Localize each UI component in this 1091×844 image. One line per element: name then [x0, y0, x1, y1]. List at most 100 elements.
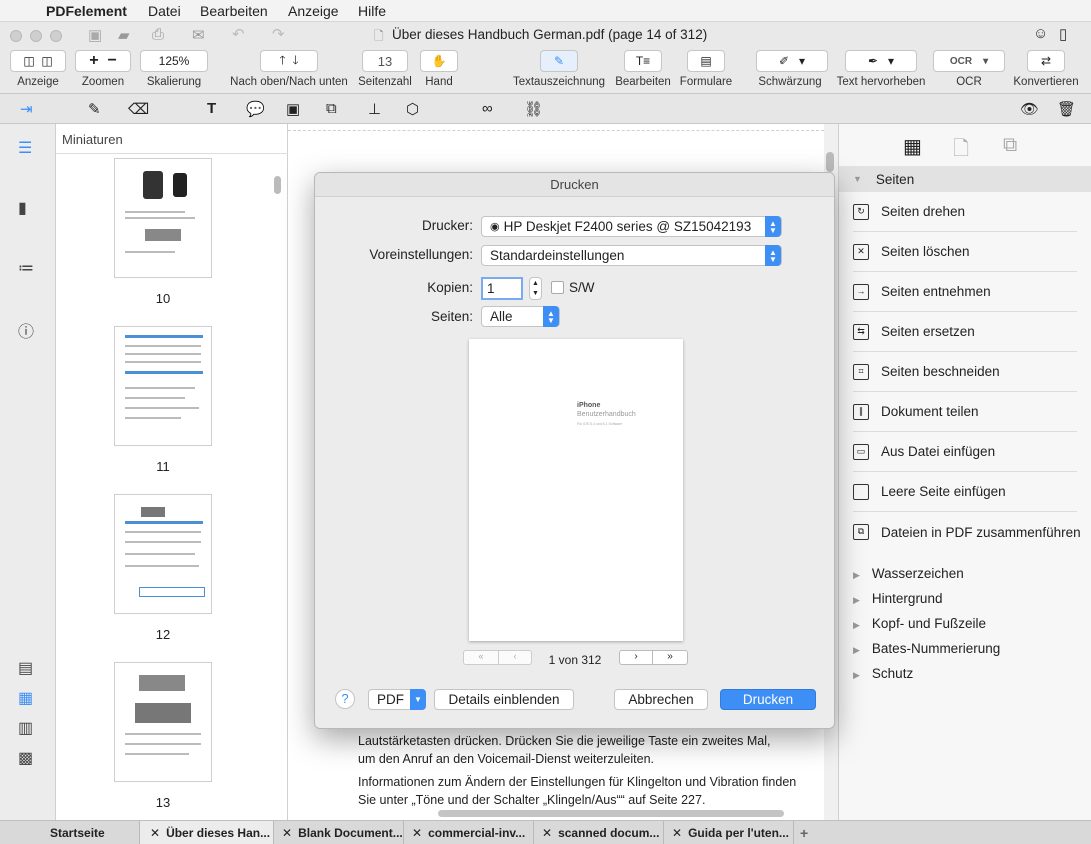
single-page-icon[interactable]: ▤: [18, 658, 33, 678]
replace-pages-item[interactable]: ⇆ Seiten ersetzen: [853, 312, 1077, 352]
minimize-window-button[interactable]: [30, 30, 42, 42]
tab-startseite[interactable]: Startseite: [0, 821, 140, 844]
thumbnails-icon[interactable]: ☰: [18, 138, 32, 158]
link-icon[interactable]: ⛓: [524, 100, 543, 118]
grid-page-icon[interactable]: ▩: [18, 748, 33, 768]
help-button[interactable]: ?: [335, 689, 355, 709]
document-vscrollbar[interactable]: [826, 152, 834, 172]
menu-bearbeiten[interactable]: Bearbeiten: [200, 3, 268, 19]
select-cursor-icon[interactable]: ⇥: [20, 100, 33, 118]
insert-from-file-item[interactable]: ▭ Aus Datei einfügen: [853, 432, 1077, 472]
menu-datei[interactable]: Datei: [148, 3, 181, 19]
app-menu[interactable]: PDFelement: [46, 3, 127, 19]
device-icon[interactable]: ▯: [1059, 25, 1067, 43]
convert-button[interactable]: ⇄: [1027, 50, 1065, 72]
page-thumbnail[interactable]: [114, 158, 212, 278]
mail-icon[interactable]: ✉: [192, 26, 205, 44]
pages-select[interactable]: Alle ▲ ▼: [481, 306, 560, 327]
info-icon[interactable]: ⓘ: [18, 318, 34, 342]
undo-icon[interactable]: ↶: [232, 25, 245, 43]
protection-section[interactable]: ▶ Schutz: [853, 666, 913, 681]
stamp-icon[interactable]: ⊥: [368, 100, 381, 118]
signature-icon[interactable]: ∞: [482, 100, 493, 117]
zoom-buttons[interactable]: + −: [75, 50, 131, 72]
prev-page-button[interactable]: ‹: [498, 650, 532, 665]
background-section[interactable]: ▶ Hintergrund: [853, 591, 942, 606]
page-number-field[interactable]: 13: [362, 50, 408, 72]
crop-pages-item[interactable]: ⌗ Seiten beschneiden: [853, 352, 1077, 392]
view-mode-button[interactable]: ◫ ◫: [10, 50, 66, 72]
tab-scanned-document[interactable]: ✕ scanned docum...: [534, 821, 664, 844]
presets-select[interactable]: Standardeinstellungen ▲ ▼: [481, 245, 782, 266]
menu-hilfe[interactable]: Hilfe: [358, 3, 386, 19]
tab-active-document[interactable]: ✕ Über dieses Han...: [140, 821, 274, 844]
bookmark-icon[interactable]: ▮: [18, 198, 27, 218]
watermark-section[interactable]: ▶ Wasserzeichen: [853, 566, 964, 581]
insert-blank-page-item[interactable]: Leere Seite einfügen: [853, 472, 1077, 512]
textbox-icon[interactable]: ▣: [286, 100, 300, 118]
new-tab-button[interactable]: +: [794, 821, 824, 844]
page-thumbnail[interactable]: [114, 494, 212, 614]
comment-icon[interactable]: 💬: [246, 100, 265, 118]
copies-input[interactable]: 1: [481, 277, 523, 300]
folder-icon[interactable]: ▰: [118, 26, 130, 44]
extract-pages-item[interactable]: → Seiten entnehmen: [853, 272, 1077, 312]
document-hscrollbar[interactable]: [438, 810, 784, 817]
redo-icon[interactable]: ↷: [272, 25, 285, 43]
two-page-icon[interactable]: ▥: [18, 718, 33, 738]
redaction-button[interactable]: ✐ ▾: [756, 50, 828, 72]
zoom-window-button[interactable]: [50, 30, 62, 42]
first-page-button[interactable]: «: [463, 650, 499, 665]
outline-icon[interactable]: ≔: [18, 258, 34, 278]
printer-select[interactable]: ◉ HP Deskjet F2400 series @ SZ15042193 ▲ ▼: [481, 216, 782, 237]
rotate-pages-item[interactable]: ↻ Seiten drehen: [853, 192, 1077, 232]
merge-files-item[interactable]: ⧉ Dateien in PDF zusammenführen: [853, 512, 1089, 552]
print-icon[interactable]: ⎙: [152, 26, 164, 43]
eye-icon[interactable]: 👁: [1020, 100, 1039, 118]
page-organize-icon[interactable]: ▦: [903, 134, 922, 159]
show-details-button[interactable]: Details einblenden: [434, 689, 574, 710]
tab-blank-document[interactable]: ✕ Blank Document...: [274, 821, 404, 844]
pdf-menu-button[interactable]: PDF ▼: [368, 689, 426, 710]
close-tab-icon[interactable]: ✕: [150, 826, 160, 840]
page-thumbnail[interactable]: [114, 662, 212, 782]
pages-section-header[interactable]: ▼ Seiten: [839, 166, 1091, 192]
forms-button[interactable]: ▤: [687, 50, 725, 72]
shapes-icon[interactable]: ⬡: [406, 100, 419, 118]
highlight-button[interactable]: ✒ ▾: [845, 50, 917, 72]
close-tab-icon[interactable]: ✕: [282, 826, 292, 840]
save-icon[interactable]: ▣: [88, 26, 102, 44]
tab-guida[interactable]: ✕ Guida per l'uten...: [664, 821, 794, 844]
document-properties-icon[interactable]: 🗋: [953, 134, 969, 168]
bates-numbering-section[interactable]: ▶ Bates-Nummerierung: [853, 641, 1000, 656]
cancel-button[interactable]: Abbrechen: [614, 689, 708, 710]
callout-icon[interactable]: ⧉: [326, 100, 337, 117]
bw-checkbox[interactable]: [551, 281, 564, 294]
smiley-icon[interactable]: ☺: [1033, 25, 1048, 42]
page-thumbnail[interactable]: [114, 326, 212, 446]
delete-pages-item[interactable]: ✕ Seiten löschen: [853, 232, 1077, 272]
continuous-page-icon[interactable]: ▦: [18, 688, 33, 708]
close-tab-icon[interactable]: ✕: [412, 826, 422, 840]
page-up-down-buttons[interactable]: 🡑 🡓: [260, 50, 318, 72]
page-tools-icon[interactable]: ⧉: [1003, 134, 1017, 157]
eraser-icon[interactable]: ⌫: [128, 100, 149, 118]
hand-tool-button[interactable]: ✋: [420, 50, 458, 72]
ocr-button[interactable]: OCR ▾: [933, 50, 1005, 72]
menu-anzeige[interactable]: Anzeige: [288, 3, 339, 19]
text-tool-icon[interactable]: T: [207, 100, 216, 117]
split-document-item[interactable]: ∥ Dokument teilen: [853, 392, 1077, 432]
last-page-button[interactable]: »: [652, 650, 688, 665]
pencil-icon[interactable]: ✎: [88, 100, 101, 118]
edit-button[interactable]: T≡: [624, 50, 662, 72]
close-tab-icon[interactable]: ✕: [672, 826, 682, 840]
zoom-select[interactable]: 125%: [140, 50, 208, 72]
close-tab-icon[interactable]: ✕: [542, 826, 552, 840]
next-page-button[interactable]: ›: [619, 650, 653, 665]
copies-stepper[interactable]: ▲ ▼: [529, 277, 542, 300]
close-window-button[interactable]: [10, 30, 22, 42]
markup-button[interactable]: ✎: [540, 50, 578, 72]
tab-commercial-invoice[interactable]: ✕ commercial-inv...: [404, 821, 534, 844]
trash-icon[interactable]: 🗑: [1057, 100, 1076, 118]
header-footer-section[interactable]: ▶ Kopf- und Fußzeile: [853, 616, 986, 631]
